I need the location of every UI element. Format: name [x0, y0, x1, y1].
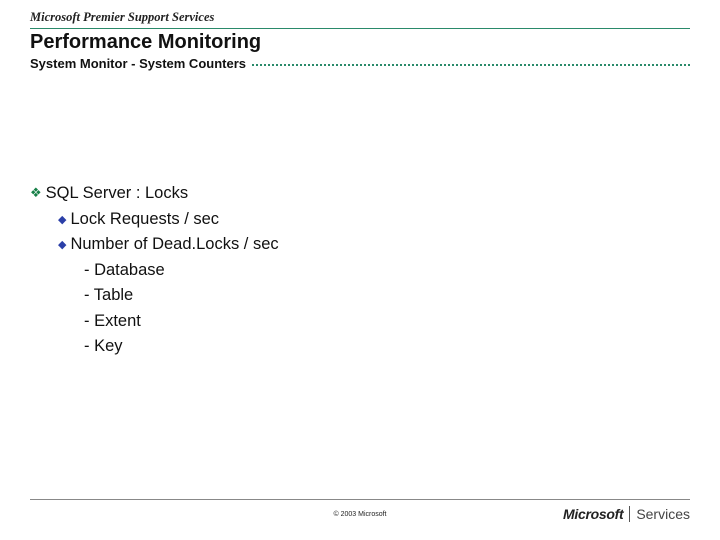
level2-text: Lock Requests / sec — [70, 207, 219, 233]
list-level1: ❖ SQL Server : Locks — [30, 181, 690, 207]
diamond-bullet-icon: ❖ — [30, 183, 42, 203]
footer-row: © 2003 Microsoft Microsoft Services — [30, 506, 690, 522]
brand-line: Microsoft Premier Support Services — [30, 10, 690, 25]
solid-diamond-icon: ◆ — [58, 212, 66, 229]
copyright-text: © 2003 Microsoft — [333, 511, 386, 518]
dotted-divider — [252, 64, 690, 66]
page-title: Performance Monitoring — [30, 31, 690, 54]
level1-text: SQL Server : Locks — [46, 181, 188, 207]
list-level3: - Extent — [84, 309, 690, 335]
subtitle: System Monitor - System Counters — [30, 56, 252, 71]
solid-diamond-icon: ◆ — [58, 237, 66, 254]
footer-rule — [30, 499, 690, 500]
logo-divider — [629, 506, 630, 522]
list-level3: - Key — [84, 334, 690, 360]
logo-block: Microsoft Services — [563, 506, 690, 522]
slide: Microsoft Premier Support Services Perfo… — [0, 0, 720, 540]
list-level2: ◆ Lock Requests / sec — [58, 207, 690, 233]
list-level2: ◆ Number of Dead.Locks / sec — [58, 232, 690, 258]
list-level3: - Table — [84, 283, 690, 309]
content-block: ❖ SQL Server : Locks ◆ Lock Requests / s… — [30, 181, 690, 360]
level2-text: Number of Dead.Locks / sec — [70, 232, 278, 258]
footer: © 2003 Microsoft Microsoft Services — [30, 499, 690, 522]
logo-services: Services — [636, 506, 690, 522]
logo-microsoft: Microsoft — [563, 506, 623, 522]
header-rule — [30, 28, 690, 29]
subtitle-row: System Monitor - System Counters — [30, 56, 690, 71]
list-level3: - Database — [84, 258, 690, 284]
